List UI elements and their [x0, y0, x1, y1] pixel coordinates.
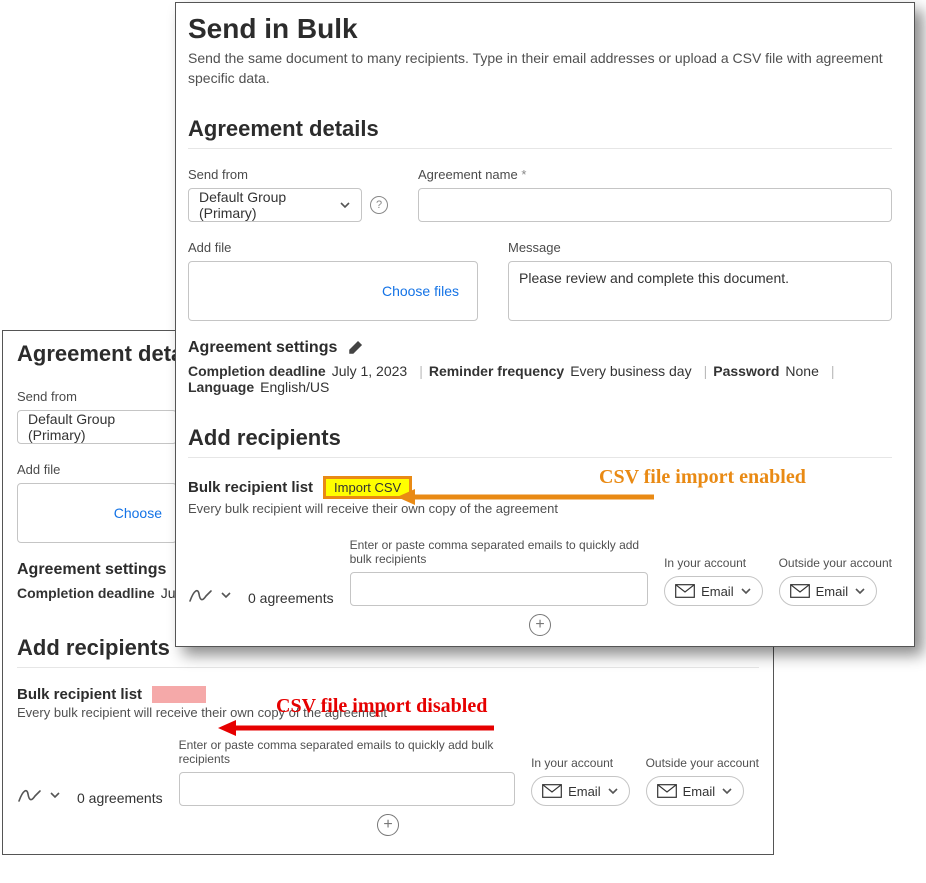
- emails-hint: Enter or paste comma separated emails to…: [179, 738, 515, 766]
- agreement-name-input[interactable]: [418, 188, 892, 222]
- bulk-recipient-list-label: Bulk recipient list: [188, 479, 313, 496]
- arrow-orange: [397, 487, 654, 507]
- message-label: Message: [508, 240, 892, 255]
- agreement-name-label: Agreement name *: [418, 167, 892, 182]
- add-file-box[interactable]: Choose files: [188, 261, 478, 321]
- email-btn-label: Email: [683, 784, 716, 799]
- envelope-icon: [675, 584, 695, 598]
- annotation-disabled: CSV file import disabled: [276, 695, 487, 718]
- completion-deadline-label: Completion deadline: [17, 585, 155, 601]
- bulk-recipient-list-label: Bulk recipient list: [17, 686, 142, 703]
- in-your-account-label: In your account: [531, 756, 613, 770]
- email-outside-account-button[interactable]: Email: [646, 776, 745, 806]
- import-csv-disabled-placeholder: [152, 686, 206, 703]
- completion-deadline-value: July 1, 2023: [332, 363, 408, 379]
- email-in-account-button[interactable]: Email: [531, 776, 630, 806]
- email-btn-label: Email: [568, 784, 601, 799]
- password-label: Password: [713, 363, 779, 379]
- envelope-icon: [542, 784, 562, 798]
- add-recipients-heading: Add recipients: [188, 425, 892, 458]
- envelope-icon: [790, 584, 810, 598]
- send-from-value: Default Group (Primary): [28, 411, 166, 443]
- add-file-box[interactable]: Choose: [17, 483, 177, 543]
- arrow-red: [218, 718, 494, 738]
- send-from-select[interactable]: Default Group (Primary): [17, 410, 177, 444]
- page-subtitle: Send the same document to many recipient…: [188, 49, 892, 88]
- agreement-settings-title: Agreement settings: [188, 339, 337, 357]
- reminder-frequency-label: Reminder frequency: [429, 363, 564, 379]
- annotation-enabled: CSV file import enabled: [599, 466, 806, 489]
- signature-icon: [17, 784, 43, 806]
- language-value: English/US: [260, 379, 329, 395]
- edit-icon[interactable]: [347, 339, 365, 357]
- help-icon[interactable]: ?: [370, 196, 388, 214]
- chevron-down-icon[interactable]: [220, 589, 232, 601]
- send-from-value: Default Group (Primary): [199, 189, 339, 221]
- password-value: None: [785, 363, 818, 379]
- email-btn-label: Email: [816, 584, 849, 599]
- language-label: Language: [188, 379, 254, 395]
- chevron-down-icon: [339, 199, 351, 211]
- add-recipient-button[interactable]: +: [529, 614, 551, 636]
- add-recipient-button[interactable]: +: [377, 814, 399, 836]
- reminder-frequency-value: Every business day: [570, 363, 691, 379]
- email-outside-account-button[interactable]: Email: [779, 576, 878, 606]
- add-file-label: Add file: [17, 462, 177, 477]
- send-from-label: Send from: [17, 389, 177, 404]
- signature-icon: [188, 584, 214, 606]
- agreements-count: 0 agreements: [248, 590, 334, 606]
- send-from-label: Send from: [188, 167, 388, 182]
- email-in-account-button[interactable]: Email: [664, 576, 763, 606]
- chevron-down-icon[interactable]: [740, 585, 752, 597]
- completion-deadline-label: Completion deadline: [188, 363, 326, 379]
- agreement-details-heading: Agreement details: [188, 116, 892, 149]
- emails-hint: Enter or paste comma separated emails to…: [350, 538, 648, 566]
- email-btn-label: Email: [701, 584, 734, 599]
- chevron-down-icon[interactable]: [49, 789, 61, 801]
- chevron-down-icon[interactable]: [854, 585, 866, 597]
- choose-files-link[interactable]: Choose files: [382, 283, 459, 299]
- outside-your-account-label: Outside your account: [779, 556, 892, 570]
- emails-input[interactable]: [179, 772, 515, 806]
- emails-input[interactable]: [350, 572, 648, 606]
- message-textarea[interactable]: [508, 261, 892, 321]
- choose-files-link[interactable]: Choose: [114, 505, 162, 521]
- chevron-down-icon[interactable]: [721, 785, 733, 797]
- chevron-down-icon[interactable]: [607, 785, 619, 797]
- add-file-label: Add file: [188, 240, 478, 255]
- send-from-select[interactable]: Default Group (Primary): [188, 188, 362, 222]
- front-panel: Send in Bulk Send the same document to m…: [175, 2, 915, 647]
- agreements-count: 0 agreements: [77, 790, 163, 806]
- in-your-account-label: In your account: [664, 556, 746, 570]
- page-title: Send in Bulk: [188, 13, 892, 45]
- envelope-icon: [657, 784, 677, 798]
- agreement-settings-title: Agreement settings: [17, 561, 166, 579]
- outside-your-account-label: Outside your account: [646, 756, 759, 770]
